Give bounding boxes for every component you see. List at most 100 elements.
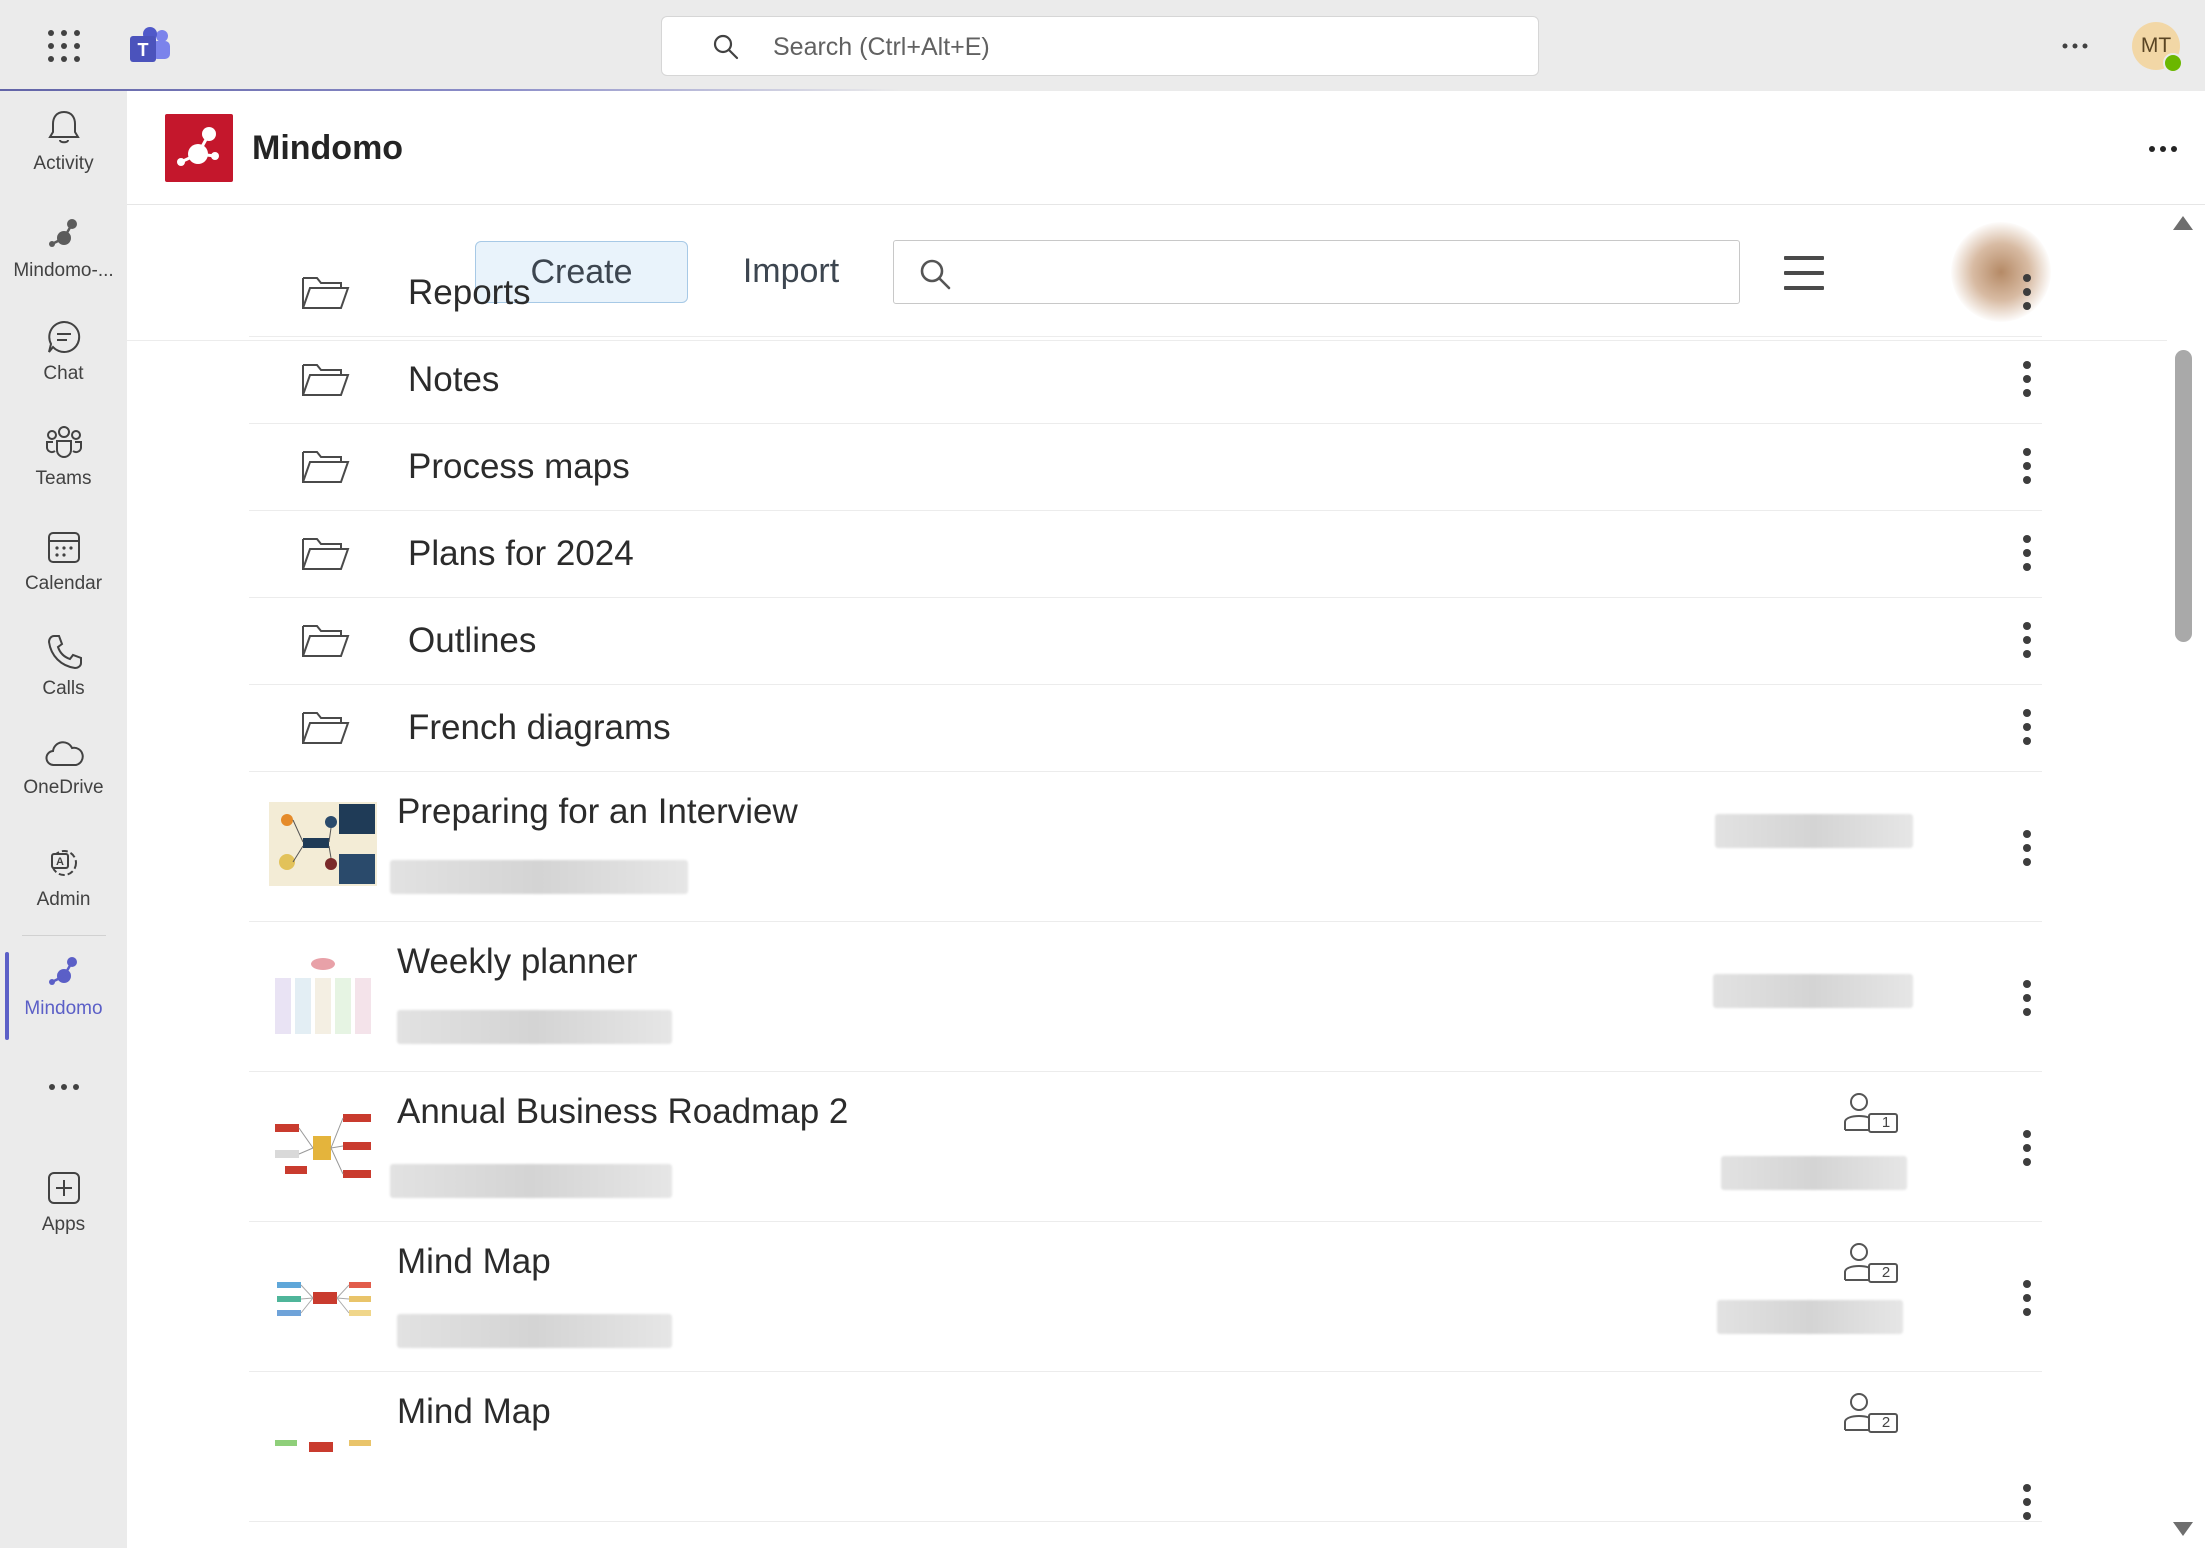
row-more-options-icon[interactable] — [2023, 1280, 2033, 1316]
map-thumbnail — [269, 1406, 377, 1490]
rail-item-label: OneDrive — [23, 777, 104, 798]
mindomo-icon — [48, 957, 77, 985]
map-date-redacted — [1717, 1300, 1903, 1334]
map-date-redacted — [1721, 1156, 1907, 1190]
folder-name: Reports — [408, 273, 531, 312]
folder-row[interactable]: Reports — [249, 250, 2042, 337]
map-date-redacted — [1713, 974, 1913, 1008]
rail-item-label: Teams — [35, 468, 92, 489]
left-app-rail: Activity Mindomo-... Chat Teams Calendar… — [0, 91, 127, 1548]
map-subtitle-redacted — [397, 1010, 672, 1044]
map-row[interactable]: Weekly planner — [249, 922, 2042, 1072]
more-horizontal-icon — [48, 1084, 79, 1090]
folder-name: Plans for 2024 — [408, 534, 634, 573]
rail-item-calls[interactable]: Calls — [0, 632, 127, 732]
rail-item-calendar[interactable]: Calendar — [0, 527, 127, 627]
folder-icon — [302, 712, 350, 744]
shared-count: 1 — [1881, 1114, 1891, 1131]
row-more-options-icon[interactable] — [2023, 1130, 2033, 1166]
user-avatar[interactable]: MT — [2132, 22, 2183, 73]
map-name: Annual Business Roadmap 2 — [397, 1092, 849, 1131]
shared-count: 2 — [1881, 1414, 1891, 1431]
app-more-options-icon[interactable] — [2147, 143, 2179, 155]
row-more-options-icon[interactable] — [2023, 448, 2033, 484]
search-placeholder: Search (Ctrl+Alt+E) — [773, 33, 990, 61]
row-more-options-icon[interactable] — [2023, 709, 2033, 745]
teams-icon — [45, 426, 82, 458]
rail-item-label: Apps — [41, 1214, 86, 1235]
svg-text:A: A — [56, 856, 64, 868]
folder-name: French diagrams — [408, 708, 671, 747]
map-date-redacted — [1715, 814, 1913, 848]
map-row[interactable]: Annual Business Roadmap 2 1 — [249, 1072, 2042, 1222]
map-name: Preparing for an Interview — [397, 792, 798, 831]
phone-icon — [47, 635, 82, 670]
row-more-options-icon[interactable] — [2023, 535, 2033, 571]
folder-icon — [302, 625, 350, 657]
row-more-options-icon[interactable] — [2023, 274, 2033, 310]
map-row[interactable]: Mind Map 2 — [249, 1372, 2042, 1522]
rail-item-apps[interactable]: Apps — [0, 1168, 127, 1268]
rail-item-label: Chat — [43, 363, 84, 384]
map-subtitle-redacted — [390, 860, 688, 894]
global-search-input[interactable]: Search (Ctrl+Alt+E) — [661, 16, 1539, 76]
app-launcher-icon[interactable] — [48, 30, 80, 62]
shared-users-icon: 2 — [1843, 1392, 1901, 1434]
rail-item-activity[interactable]: Activity — [0, 107, 127, 207]
folder-row[interactable]: Notes — [249, 337, 2042, 424]
folder-row[interactable]: Outlines — [249, 598, 2042, 685]
map-row[interactable]: Mind Map 2 — [249, 1222, 2042, 1372]
folder-icon — [302, 277, 350, 309]
svg-text:T: T — [138, 40, 149, 60]
cloud-icon — [45, 741, 84, 766]
folder-name: Notes — [408, 360, 500, 399]
rail-item-label: Admin — [36, 889, 91, 910]
map-subtitle-redacted — [390, 1164, 672, 1198]
top-bar: T Search (Ctrl+Alt+E) MT — [0, 0, 2205, 92]
map-subtitle-redacted — [397, 1314, 672, 1348]
map-row[interactable]: Preparing for an Interview — [249, 772, 2042, 922]
more-options-icon[interactable] — [2060, 36, 2090, 56]
rail-item-admin[interactable]: A Admin — [0, 843, 127, 943]
rail-item-teams[interactable]: Teams — [0, 422, 127, 522]
app-title: Mindomo — [252, 129, 404, 167]
row-more-options-icon[interactable] — [2023, 830, 2033, 866]
folder-icon — [302, 451, 350, 483]
row-more-options-icon[interactable] — [2023, 361, 2033, 397]
calendar-icon — [47, 532, 80, 563]
rail-more-apps-button[interactable] — [0, 1077, 127, 1117]
folder-row[interactable]: Plans for 2024 — [249, 511, 2042, 598]
rail-item-mindomo-pinned[interactable]: Mindomo-... — [0, 214, 127, 314]
folder-row[interactable]: Process maps — [249, 424, 2042, 511]
rail-item-label: Mindomo-... — [13, 260, 114, 281]
folder-icon — [302, 538, 350, 570]
rail-item-onedrive[interactable]: OneDrive — [0, 737, 127, 837]
rail-item-label: Activity — [33, 153, 94, 174]
row-more-options-icon[interactable] — [2023, 622, 2033, 658]
scroll-down-arrow-icon[interactable] — [2172, 1520, 2194, 1538]
scroll-up-arrow-icon[interactable] — [2172, 214, 2194, 232]
apps-icon — [47, 1172, 80, 1204]
rail-item-label: Calls — [42, 678, 85, 699]
row-more-options-icon[interactable] — [2023, 1484, 2033, 1520]
rail-item-label: Calendar — [24, 573, 103, 594]
chat-icon — [47, 320, 80, 353]
map-name: Weekly planner — [397, 942, 638, 981]
bell-icon — [47, 110, 80, 144]
folder-row[interactable]: French diagrams — [249, 685, 2042, 772]
admin-icon: A — [50, 850, 77, 876]
mindomo-logo-icon — [165, 114, 233, 182]
scrollbar-thumb[interactable] — [2175, 350, 2192, 642]
map-name: Mind Map — [397, 1392, 551, 1431]
row-more-options-icon[interactable] — [2023, 980, 2033, 1016]
folder-name: Outlines — [408, 621, 537, 660]
map-thumbnail — [269, 1256, 377, 1340]
active-indicator — [5, 952, 9, 1040]
map-thumbnail — [269, 802, 377, 886]
app-header: Mindomo — [127, 91, 2205, 205]
search-icon — [713, 34, 739, 60]
shared-users-icon: 1 — [1843, 1092, 1901, 1134]
rail-item-chat[interactable]: Chat — [0, 317, 127, 417]
rail-item-mindomo[interactable]: Mindomo — [0, 952, 127, 1052]
folder-name: Process maps — [408, 447, 630, 486]
